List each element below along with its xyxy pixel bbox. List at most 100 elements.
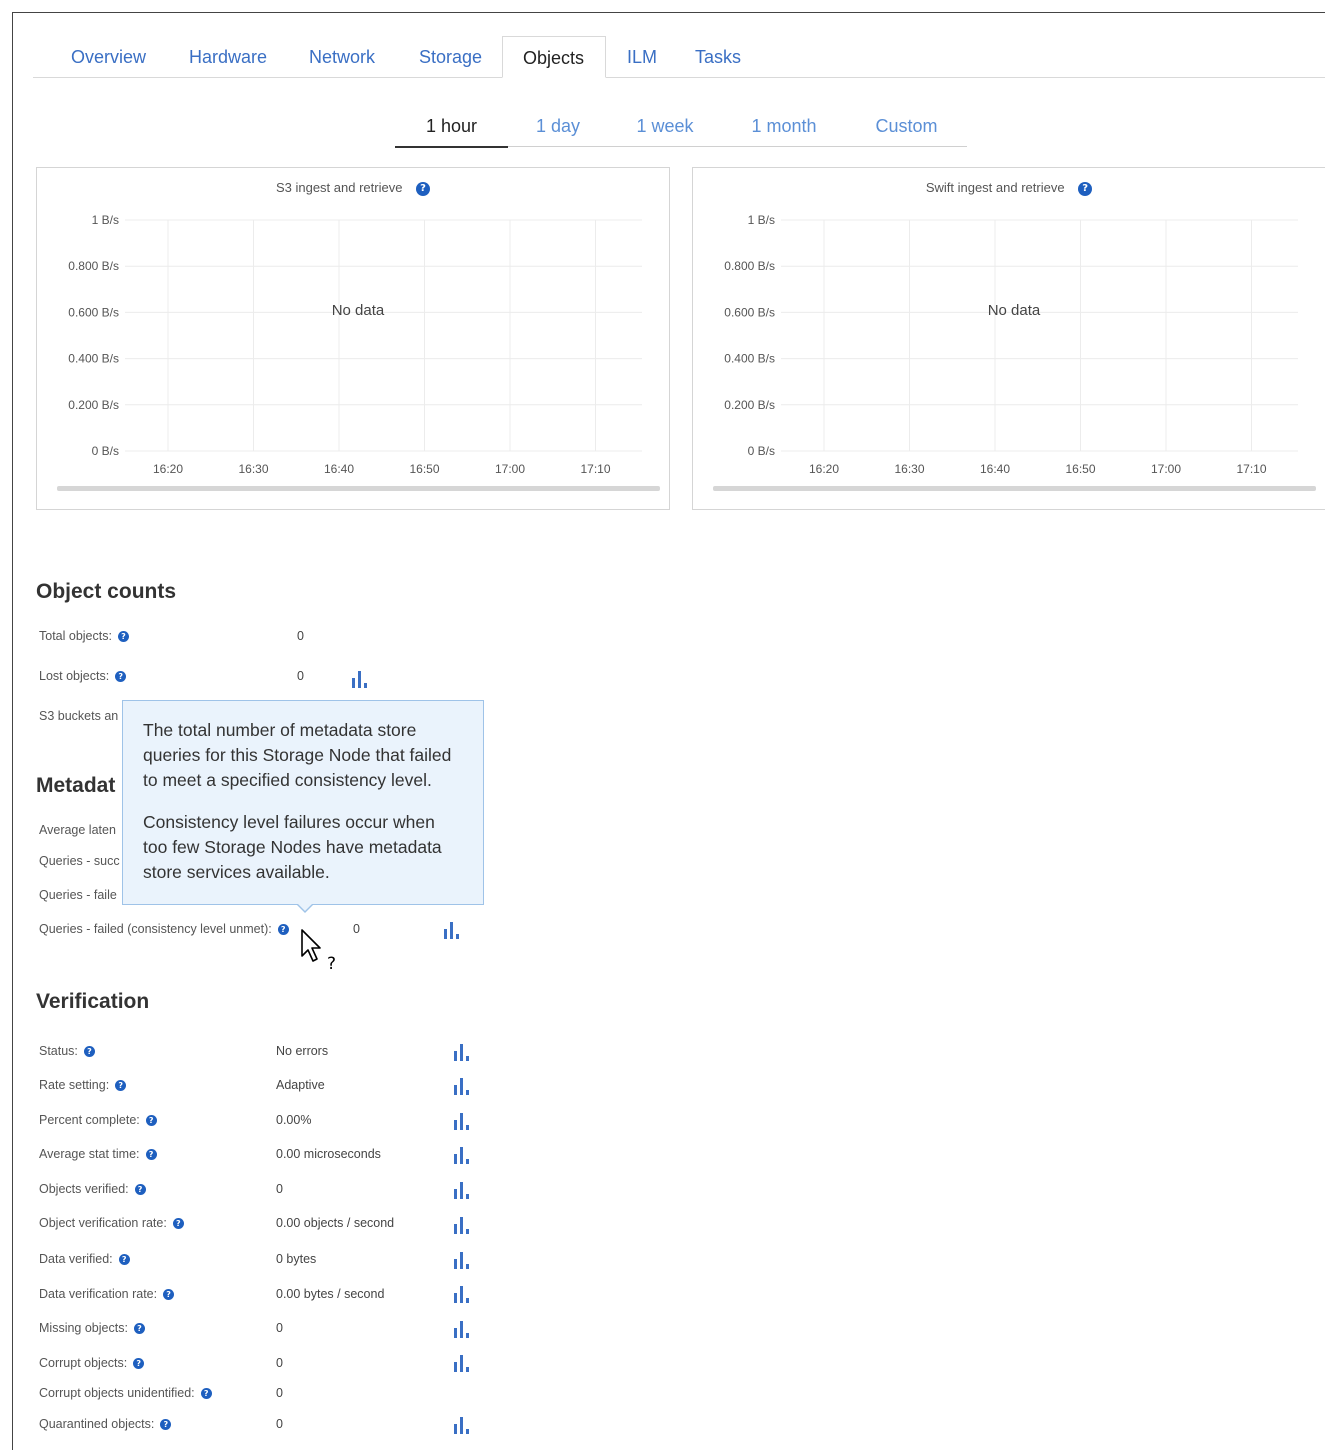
corrupt-objects-unidentified-label: Corrupt objects unidentified:? xyxy=(39,1386,212,1400)
lost-objects-label: Lost objects:? xyxy=(39,669,127,683)
verification-heading: Verification xyxy=(36,990,150,1013)
lost-objects-value: 0 xyxy=(297,669,304,683)
question-circle-icon[interactable]: ? xyxy=(277,924,289,936)
question-circle-icon[interactable]: ? xyxy=(115,671,127,683)
x-tick-label: 16:20 xyxy=(809,462,839,476)
x-tick-label: 16:40 xyxy=(324,462,354,476)
question-circle-icon[interactable]: ? xyxy=(118,1254,130,1266)
time-range-tabs: 1 hour 1 day 1 week 1 month Custom xyxy=(395,108,967,148)
question-circle-icon[interactable]: ? xyxy=(200,1388,212,1400)
question-circle-icon[interactable]: ? xyxy=(145,1149,157,1161)
quarantined-objects-label: Quarantined objects:? xyxy=(39,1417,172,1431)
question-circle-icon[interactable]: ? xyxy=(117,631,129,643)
y-tick-label: 0 B/s xyxy=(92,444,119,458)
tab-tasks[interactable]: Tasks xyxy=(675,36,765,78)
bar-chart-icon[interactable] xyxy=(453,1077,471,1095)
total-objects-label: Total objects:? xyxy=(39,629,129,643)
percent-complete-label: Percent complete:? xyxy=(39,1113,157,1127)
bar-chart-icon[interactable] xyxy=(453,1320,471,1338)
tab-hardware[interactable]: Hardware xyxy=(169,36,289,78)
bar-chart-icon[interactable] xyxy=(453,1416,471,1434)
x-tick-label: 16:50 xyxy=(1065,462,1095,476)
question-circle-icon[interactable]: ? xyxy=(163,1289,175,1301)
x-tick-label: 16:30 xyxy=(238,462,268,476)
tooltip-paragraph-2: Consistency level failures occur when to… xyxy=(143,812,442,882)
s3-ingest-chart-panel: S3 ingest and retrieve ? 1 B/s 0.800 B/s 0… xyxy=(36,167,670,510)
question-circle-icon[interactable]: ? xyxy=(133,1358,145,1370)
x-tick-label: 17:10 xyxy=(580,462,610,476)
time-tab-1-month[interactable]: 1 month xyxy=(722,108,846,146)
x-tick-label: 16:30 xyxy=(894,462,924,476)
question-circle-icon[interactable]: ? xyxy=(160,1419,172,1431)
queries-failed-consistency-value: 0 xyxy=(353,922,360,936)
main-tab-bar: Overview Hardware Network Storage Object… xyxy=(33,36,1325,78)
tab-storage[interactable]: Storage xyxy=(399,36,509,78)
total-objects-value: 0 xyxy=(297,629,304,643)
average-stat-time-label: Average stat time:? xyxy=(39,1147,157,1161)
question-circle-icon[interactable]: ? xyxy=(83,1046,95,1058)
tooltip-paragraph-1: The total number of metadata store queri… xyxy=(143,720,452,790)
question-circle-icon[interactable]: ? xyxy=(115,1080,127,1092)
bar-chart-icon[interactable] xyxy=(453,1354,471,1372)
help-tooltip: The total number of metadata store queri… xyxy=(122,700,484,905)
data-verified-value: 0 bytes xyxy=(276,1252,317,1266)
bar-chart-icon[interactable] xyxy=(453,1181,471,1199)
data-verified-label: Data verified:? xyxy=(39,1252,130,1266)
metadata-heading: Metadat xyxy=(36,774,116,797)
queries-failed-consistency-label: Queries - failed (consistency level unme… xyxy=(39,922,289,936)
bar-chart-icon[interactable] xyxy=(453,1146,471,1164)
object-counts-heading: Object counts xyxy=(36,580,177,603)
chart-scrollbar[interactable] xyxy=(713,486,1316,491)
y-tick-label: 0.800 B/s xyxy=(68,259,119,273)
objects-verified-label: Objects verified:? xyxy=(39,1182,146,1196)
question-circle-icon[interactable]: ? xyxy=(133,1323,145,1335)
bar-chart-icon[interactable] xyxy=(453,1216,471,1234)
tab-network[interactable]: Network xyxy=(289,36,404,78)
tab-objects[interactable]: Objects xyxy=(502,36,606,78)
bar-chart-icon[interactable] xyxy=(453,1112,471,1130)
bar-chart-icon[interactable] xyxy=(443,921,461,939)
object-verification-rate-label: Object verification rate:? xyxy=(39,1216,184,1230)
y-tick-label: 0.400 B/s xyxy=(68,352,119,366)
quarantined-objects-value: 0 xyxy=(276,1417,283,1431)
objects-verified-value: 0 xyxy=(276,1182,283,1196)
percent-complete-value: 0.00% xyxy=(276,1113,312,1127)
average-stat-time-value: 0.00 microseconds xyxy=(276,1147,381,1161)
bar-chart-icon[interactable] xyxy=(453,1043,471,1061)
corrupt-objects-unidentified-value: 0 xyxy=(276,1386,283,1400)
help-cursor-icon: ? xyxy=(301,929,336,974)
status-value: No errors xyxy=(276,1044,329,1058)
y-tick-label: 1 B/s xyxy=(748,213,775,227)
x-tick-label: 16:20 xyxy=(153,462,183,476)
tab-overview[interactable]: Overview xyxy=(51,36,171,78)
time-tab-1-day[interactable]: 1 day xyxy=(508,108,608,146)
bar-chart-icon[interactable] xyxy=(453,1251,471,1269)
y-tick-label: 0.200 B/s xyxy=(724,398,775,412)
corrupt-objects-label: Corrupt objects:? xyxy=(39,1356,145,1370)
question-circle-icon[interactable]: ? xyxy=(172,1218,184,1230)
time-tab-1-hour[interactable]: 1 hour xyxy=(395,108,508,148)
corrupt-objects-value: 0 xyxy=(276,1356,283,1370)
bar-chart-icon[interactable] xyxy=(453,1285,471,1303)
queries-failed-label: Queries - faile xyxy=(39,888,117,902)
bar-chart-icon[interactable] xyxy=(351,670,369,688)
x-tick-label: 17:00 xyxy=(1151,462,1181,476)
y-tick-label: 0.600 B/s xyxy=(68,305,119,319)
y-tick-label: 0.200 B/s xyxy=(68,398,119,412)
tab-ilm[interactable]: ILM xyxy=(607,36,677,78)
question-circle-icon[interactable]: ? xyxy=(134,1184,146,1196)
y-tick-label: 1 B/s xyxy=(92,213,119,227)
y-tick-label: 0.400 B/s xyxy=(724,352,775,366)
missing-objects-label: Missing objects:? xyxy=(39,1321,145,1335)
question-circle-icon[interactable]: ? xyxy=(145,1115,157,1127)
swift-ingest-chart-panel: Swift ingest and retrieve ? 1 B/s 0.800 B… xyxy=(692,167,1325,510)
y-tick-label: 0.600 B/s xyxy=(724,305,775,319)
time-tab-custom[interactable]: Custom xyxy=(846,108,967,146)
tooltip-arrow-inner xyxy=(297,903,313,911)
time-tab-1-week[interactable]: 1 week xyxy=(608,108,722,146)
data-verification-rate-value: 0.00 bytes / second xyxy=(276,1287,385,1301)
x-tick-label: 16:50 xyxy=(409,462,439,476)
chart-scrollbar[interactable] xyxy=(57,486,660,491)
y-tick-label: 0.800 B/s xyxy=(724,259,775,273)
no-data-message: No data xyxy=(332,302,385,319)
